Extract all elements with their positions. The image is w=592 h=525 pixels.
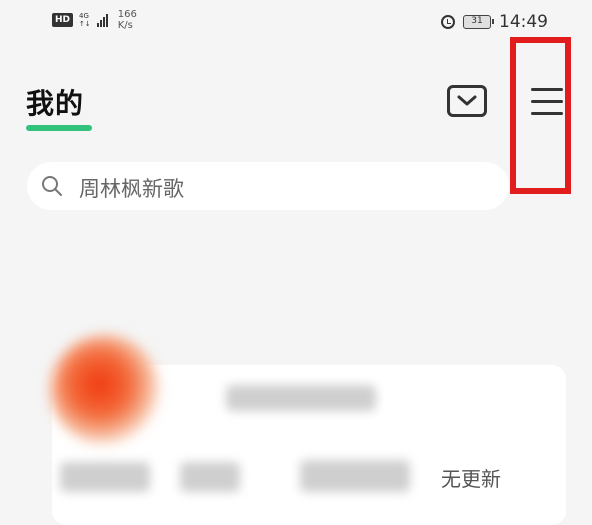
tab-indicator (26, 125, 92, 131)
search-icon (42, 176, 62, 196)
search-bar[interactable]: 周林枫新歌 (27, 162, 509, 210)
network-label: 4G (79, 12, 89, 20)
search-placeholder: 周林枫新歌 (79, 177, 184, 201)
stat-blurred-1 (60, 462, 150, 492)
update-status: 无更新 (441, 467, 501, 491)
battery-icon: 31 (463, 15, 494, 29)
network-arrows: ↑↓ (79, 20, 91, 28)
signal-icon (96, 13, 108, 27)
status-left: HD 4G ↑↓ 166 K/s (52, 9, 137, 31)
mail-icon (457, 95, 477, 106)
clock: 14:49 (499, 12, 548, 32)
page-title[interactable]: 我的 (26, 82, 84, 122)
speed-value: 166 (117, 9, 137, 20)
status-right: 31 14:49 (441, 12, 548, 32)
stat-blurred-3 (300, 460, 410, 492)
stat-blurred-2 (180, 462, 240, 492)
status-bar: HD 4G ↑↓ 166 K/s 31 14:49 (0, 0, 592, 44)
network-speed: 166 K/s (118, 9, 137, 31)
username-blurred (226, 385, 376, 411)
hd-icon: HD (52, 13, 74, 27)
mail-button[interactable] (447, 85, 487, 117)
avatar[interactable] (50, 335, 160, 445)
highlight-box (510, 37, 571, 194)
network-type: 4G ↑↓ (79, 12, 91, 28)
alarm-icon (441, 15, 455, 29)
speed-unit: K/s (117, 20, 133, 31)
